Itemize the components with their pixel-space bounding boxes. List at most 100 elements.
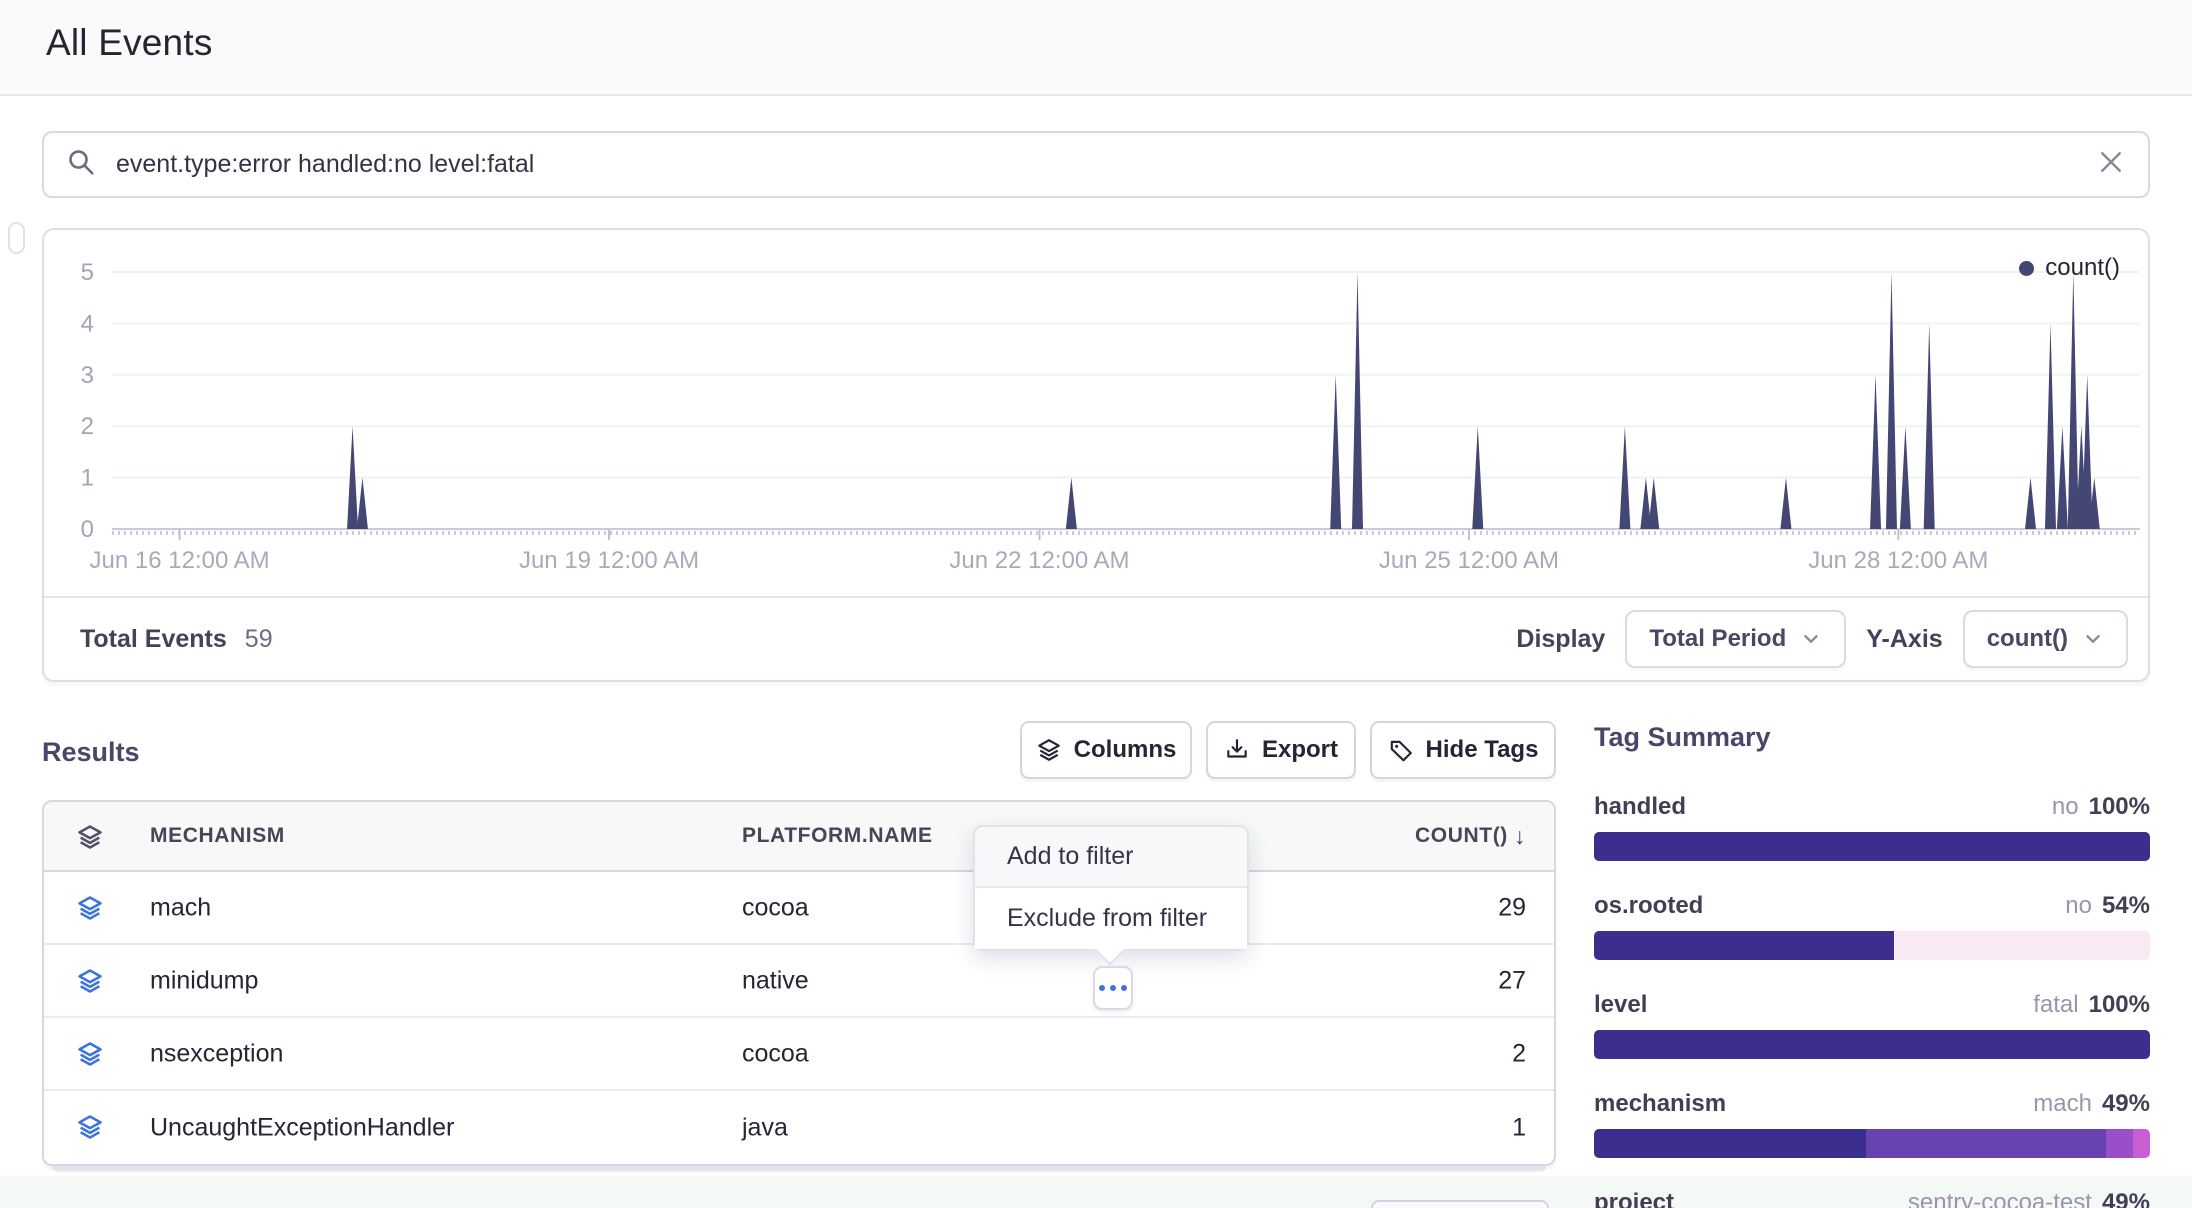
cell-mechanism[interactable]: minidump (150, 966, 258, 995)
display-dropdown[interactable]: Total Period (1625, 610, 1846, 668)
column-header-platform[interactable]: PLATFORM.NAME (742, 824, 933, 848)
table-row[interactable]: UncaughtExceptionHandler java 1 (44, 1091, 1554, 1164)
tag-top-value: mach (2033, 1090, 2092, 1118)
svg-text:3: 3 (81, 362, 94, 389)
tag-top-percent: 49% (2102, 1189, 2150, 1208)
cell-platform[interactable]: cocoa (742, 893, 809, 922)
tag-name: mechanism (1594, 1090, 1726, 1118)
tag-top-percent: 100% (2089, 991, 2150, 1019)
sort-descending-icon: ↓ (1514, 823, 1526, 850)
tag-summary-panel: Tag Summary handledno100% os.rooted no 54% l… (1594, 722, 2150, 1208)
sidebar-drag-handle[interactable] (8, 222, 25, 254)
tag-bar-segment[interactable] (2133, 1129, 2150, 1158)
stack-icon (76, 823, 104, 856)
cell-platform[interactable]: native (742, 966, 809, 995)
tag-name: handled (1594, 793, 1686, 821)
tag-name: level (1594, 991, 1647, 1019)
yaxis-dropdown-value: count() (1987, 625, 2068, 653)
svg-text:5: 5 (81, 259, 94, 286)
tag-bar-segment[interactable] (1594, 931, 1894, 960)
total-events-value: 59 (245, 625, 273, 654)
display-dropdown-value: Total Period (1649, 625, 1786, 653)
cell-count[interactable]: 29 (1498, 893, 1526, 922)
tag-top-value: fatal (2033, 991, 2078, 1019)
cell-platform[interactable]: java (742, 1113, 788, 1142)
layers-icon (76, 1113, 104, 1141)
clear-search-icon[interactable] (2096, 147, 2126, 182)
svg-text:1: 1 (81, 465, 94, 492)
tag-bar-segment[interactable] (2106, 1129, 2134, 1158)
svg-text:2: 2 (81, 413, 94, 440)
tag-top-value: no (2065, 892, 2092, 920)
column-header-count[interactable]: COUNT() ↓ (1415, 823, 1526, 850)
results-table: MECHANISM PLATFORM.NAME COUNT() ↓ mach co… (42, 800, 1556, 1166)
table-body: mach cocoa 29 minidump native 27 nsexception co… (44, 872, 1554, 1164)
column-header-mechanism[interactable]: MECHANISM (150, 824, 285, 848)
cell-mechanism[interactable]: UncaughtExceptionHandler (150, 1113, 454, 1142)
legend-label: count() (2045, 254, 2120, 282)
svg-text:0: 0 (81, 516, 94, 543)
page-header: All Events (0, 0, 2192, 96)
tag-top-percent: 49% (2102, 1090, 2150, 1118)
download-icon (1224, 737, 1250, 763)
svg-text:4: 4 (81, 310, 94, 337)
row-actions-button[interactable] (1093, 966, 1133, 1010)
columns-stack-icon (1036, 737, 1062, 763)
chart-footer: Total Events 59 Display Total Period Y-A… (44, 596, 2148, 680)
tag-bar-segment[interactable] (1594, 832, 2150, 861)
total-events-label: Total Events (80, 625, 227, 654)
table-bottom-shadow (52, 1166, 1546, 1172)
tag-rows: handledno100% os.rooted no 54% level fatal 100… (1594, 793, 2150, 1208)
hide-tags-button[interactable]: Hide Tags (1370, 721, 1556, 779)
tag-top-value: sentry-cocoa-test (1908, 1189, 2092, 1208)
menu-item-add-to-filter[interactable]: Add to filter (975, 827, 1247, 888)
tag-bar-segment[interactable] (1866, 1129, 2105, 1158)
export-button-label: Export (1262, 736, 1338, 764)
svg-text:Jun 19 12:00 AM: Jun 19 12:00 AM (519, 547, 699, 574)
tag-name: os.rooted (1594, 892, 1703, 920)
search-icon (66, 147, 96, 182)
display-label: Display (1516, 625, 1605, 654)
events-chart-panel: 012345Jun 16 12:00 AMJun 19 12:00 AMJun … (42, 228, 2150, 682)
tag-distribution-bar[interactable] (1594, 931, 2150, 960)
tag-bar-segment[interactable] (1594, 1129, 1866, 1158)
columns-button[interactable]: Columns (1020, 721, 1192, 779)
search-bar[interactable] (42, 131, 2150, 198)
cell-count[interactable]: 1 (1512, 1113, 1526, 1142)
cell-mechanism[interactable]: mach (150, 893, 211, 922)
tag-summary-row: level fatal 100% (1594, 991, 2150, 1059)
svg-text:Jun 28 12:00 AM: Jun 28 12:00 AM (1808, 547, 1988, 574)
chart-legend[interactable]: count() (2019, 254, 2120, 282)
cell-count[interactable]: 2 (1512, 1039, 1526, 1068)
tag-distribution-bar[interactable] (1594, 1030, 2150, 1059)
layers-icon (76, 1040, 104, 1068)
chevron-down-icon (2082, 628, 2104, 650)
search-input[interactable] (116, 150, 2096, 179)
tag-summary-row: os.rooted no 54% (1594, 892, 2150, 960)
cell-count[interactable]: 27 (1498, 966, 1526, 995)
layers-icon (76, 967, 104, 995)
tag-distribution-bar[interactable] (1594, 1129, 2150, 1158)
table-header-row: MECHANISM PLATFORM.NAME COUNT() ↓ (44, 802, 1554, 872)
tag-top-percent: 54% (2102, 892, 2150, 920)
events-spike-chart: 012345Jun 16 12:00 AMJun 19 12:00 AMJun … (44, 230, 2148, 598)
all-events-page: All Events 012345Jun 16 12:00 AMJun 19 1… (0, 0, 2192, 1208)
table-row[interactable]: mach cocoa 29 (44, 872, 1554, 945)
svg-text:Jun 22 12:00 AM: Jun 22 12:00 AM (949, 547, 1129, 574)
cell-mechanism[interactable]: nsexception (150, 1039, 283, 1068)
cell-filter-menu: Add to filter Exclude from filter (973, 825, 1249, 951)
tag-bar-segment[interactable] (1594, 1030, 2150, 1059)
table-row[interactable]: minidump native 27 (44, 945, 1554, 1018)
export-button[interactable]: Export (1206, 721, 1356, 779)
chevron-down-icon (1800, 628, 1822, 650)
yaxis-label: Y-Axis (1866, 625, 1942, 654)
yaxis-dropdown[interactable]: count() (1963, 610, 2128, 668)
tag-summary-row: handledno100% (1594, 793, 2150, 861)
table-row[interactable]: nsexception cocoa 2 (44, 1018, 1554, 1091)
tag-summary-heading: Tag Summary (1594, 722, 2150, 753)
cell-platform[interactable]: cocoa (742, 1039, 809, 1068)
ellipsis-dot-icon (1121, 985, 1127, 991)
hide-tags-button-label: Hide Tags (1426, 736, 1539, 764)
pagination-button-partial[interactable] (1371, 1200, 1549, 1208)
tag-distribution-bar[interactable] (1594, 832, 2150, 861)
